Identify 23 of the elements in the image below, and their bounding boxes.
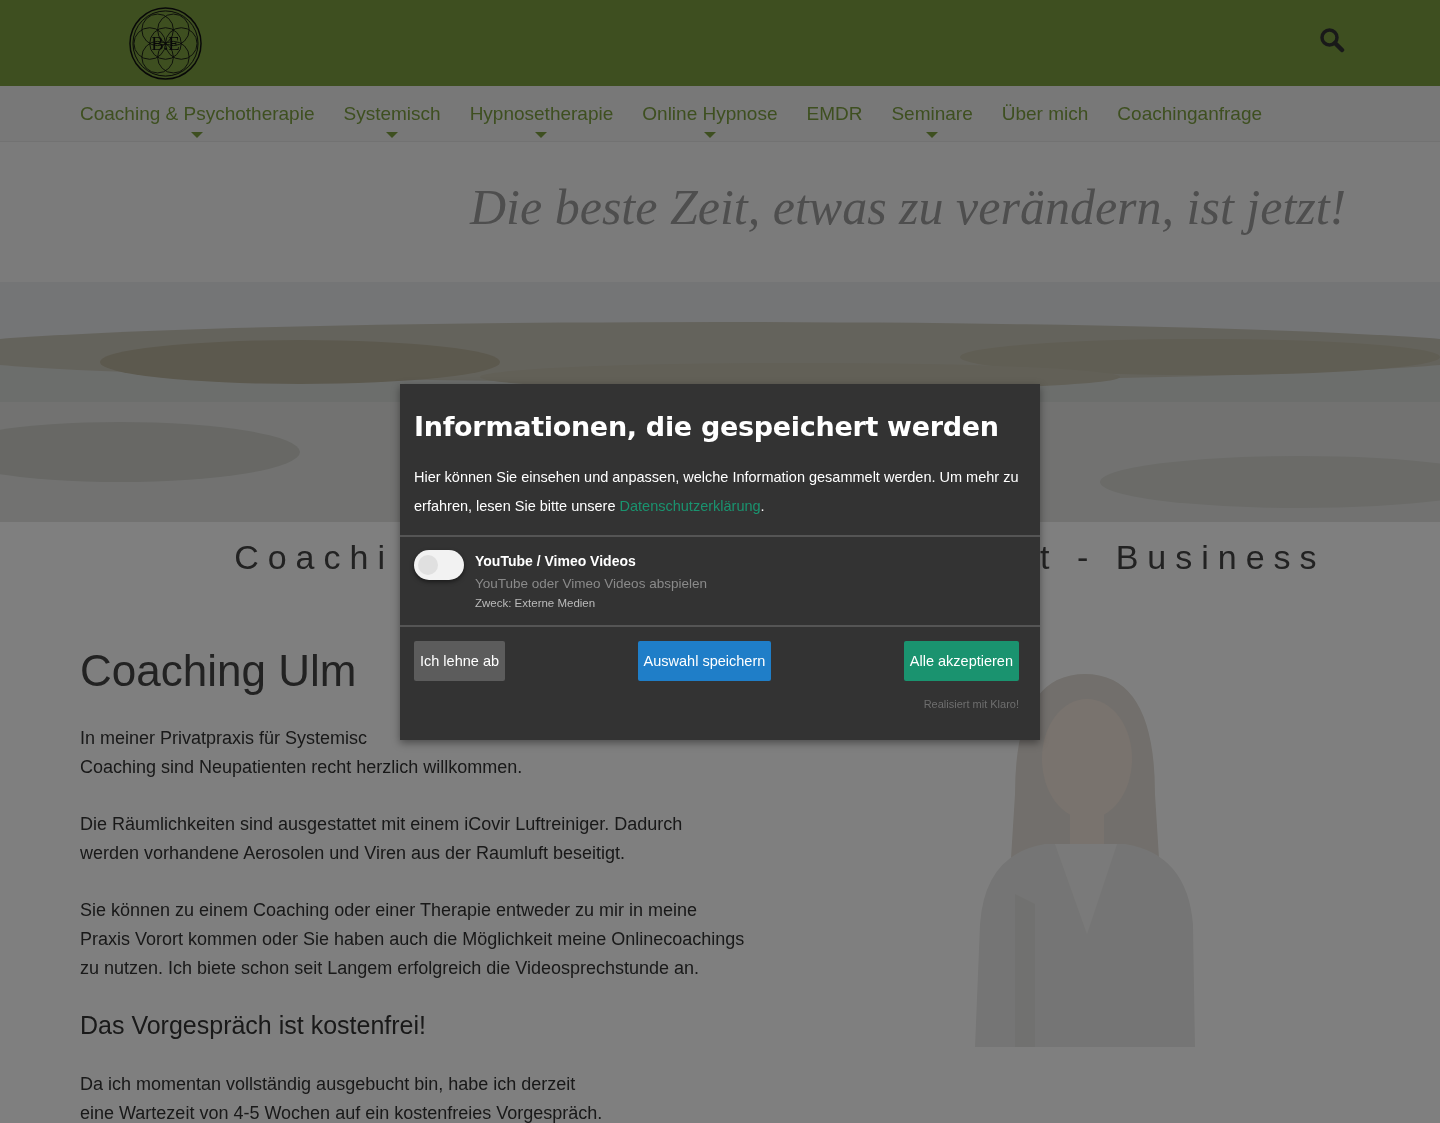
dialog-button[interactable]: Auswahl speichern [637,641,772,681]
dialog-button[interactable]: Alle akzeptieren [903,641,1019,681]
dialog-text: Hier können Sie einsehen und anpassen, welche Information gesammelt werden. Um mehr zu erfahren, lesen Sie bitte unsere Datenschutzerklärung. [414,468,1020,516]
logo-icon[interactable]: B.E [128,5,203,81]
paragraph: In meiner Privatpraxis für Systemisc Coaching sind Neupatienten recht herzlich willkommen. [80,727,524,779]
privacy-link[interactable]: Datenschutzerklärung [619,498,761,514]
paragraph: Sie können zu einem Coaching oder einer Therapie entweder zu mir in meine Praxis Vorort kommen oder Sie haben auch die Möglichkeit meine Onlinecoachings zu nutzen. Ich biete schon seit Langem erfolgreich die Videosprechstunde an. [80,899,746,980]
paragraph: Da ich momentan vollständig ausgebucht bin, habe ich derzeit eine Wartezeit von 4-5 Wochen auf ein kostenfreies Vorgespräch. [80,1073,604,1123]
nav-link[interactable]: Über mich [1001,86,1089,142]
service-name: YouTube / Vimeo Videos [475,553,637,569]
subtitle-text: t - Business [1040,537,1326,577]
service-description: YouTube oder Vimeo Videos abspielen [475,576,707,591]
paragraph: Die Räumlichkeiten sind ausgestattet mit einem iCovir Luftreiniger. Dadurch werden vorhandene Aerosolen und Viren aus der Raumluft beseitigt. [80,813,684,865]
service-purpose: Zweck: Externe Medien [475,597,597,609]
nav-link[interactable]: EMDR [806,86,863,142]
dialog-button[interactable]: Ich lehne ab [414,641,505,681]
powered-by-link[interactable]: Realisiert mit Klaro! [923,698,1019,710]
toggle-switch[interactable] [414,550,464,580]
section-heading: Das Vorgespräch ist kostenfrei! [80,1011,427,1040]
dialog-title: Informationen, die gespeichert werden [413,410,1000,444]
nav-link[interactable]: Coachinganfrage [1117,86,1263,142]
subtitle-text: Coachi [234,537,394,577]
page-heading: Coaching Ulm [80,646,357,696]
